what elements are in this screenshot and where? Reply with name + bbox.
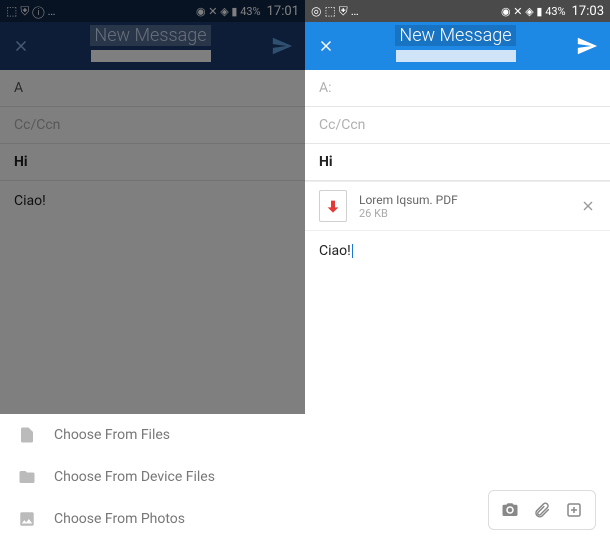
pdf-icon xyxy=(319,190,347,222)
sheet-label: Choose From Photos xyxy=(54,511,185,527)
status-time: 17:03 xyxy=(572,4,604,19)
attachment-info[interactable]: Lorem Iqsum. PDF 26 KB xyxy=(359,193,568,220)
close-icon[interactable] xyxy=(317,37,335,55)
attachment-sheet: Choose From Files Choose From Device Fil… xyxy=(0,414,305,540)
file-icon xyxy=(18,426,36,444)
subject-field[interactable]: Hi xyxy=(305,144,610,181)
app-title: New Message xyxy=(335,25,576,67)
attachment-row: Lorem Iqsum. PDF 26 KB xyxy=(305,181,610,231)
title-redaction xyxy=(396,50,516,62)
camera-button[interactable] xyxy=(497,497,523,523)
status-indicators: ◉ ✕ ◈ ▮ 43% xyxy=(501,5,566,18)
cc-field[interactable]: Cc/Ccn xyxy=(305,107,610,144)
status-right: ◉ ✕ ◈ ▮ 43% 17:03 xyxy=(501,4,604,19)
body-field[interactable]: Ciao! xyxy=(305,231,610,271)
screenshot-left: ⬚ ⛨ ⓘ … ◉ ✕ ◈ ▮ 43% 17:01 New Message A … xyxy=(0,0,305,540)
add-button[interactable] xyxy=(561,497,587,523)
choose-from-photos[interactable]: Choose From Photos xyxy=(0,498,305,540)
screenshot-right: ◎ ⬚ ⛨ … ◉ ✕ ◈ ▮ 43% 17:03 New Message A:… xyxy=(305,0,610,540)
status-left-icons: ◎ ⬚ ⛨ … xyxy=(311,4,359,19)
send-icon[interactable] xyxy=(576,35,598,57)
attachment-size: 26 KB xyxy=(359,207,568,220)
folder-icon xyxy=(18,468,36,486)
choose-from-files[interactable]: Choose From Files xyxy=(0,414,305,456)
status-bar: ◎ ⬚ ⛨ … ◉ ✕ ◈ ▮ 43% 17:03 xyxy=(305,0,610,22)
app-bar: New Message xyxy=(305,22,610,70)
compose-toolbar xyxy=(488,490,596,530)
attach-button[interactable] xyxy=(529,497,555,523)
remove-attachment-icon[interactable] xyxy=(580,198,596,214)
image-icon xyxy=(18,510,36,528)
to-field[interactable]: A: xyxy=(305,70,610,107)
sheet-label: Choose From Device Files xyxy=(54,469,215,485)
choose-from-device-files[interactable]: Choose From Device Files xyxy=(0,456,305,498)
sheet-label: Choose From Files xyxy=(54,427,170,443)
attachment-name: Lorem Iqsum. PDF xyxy=(359,193,568,207)
